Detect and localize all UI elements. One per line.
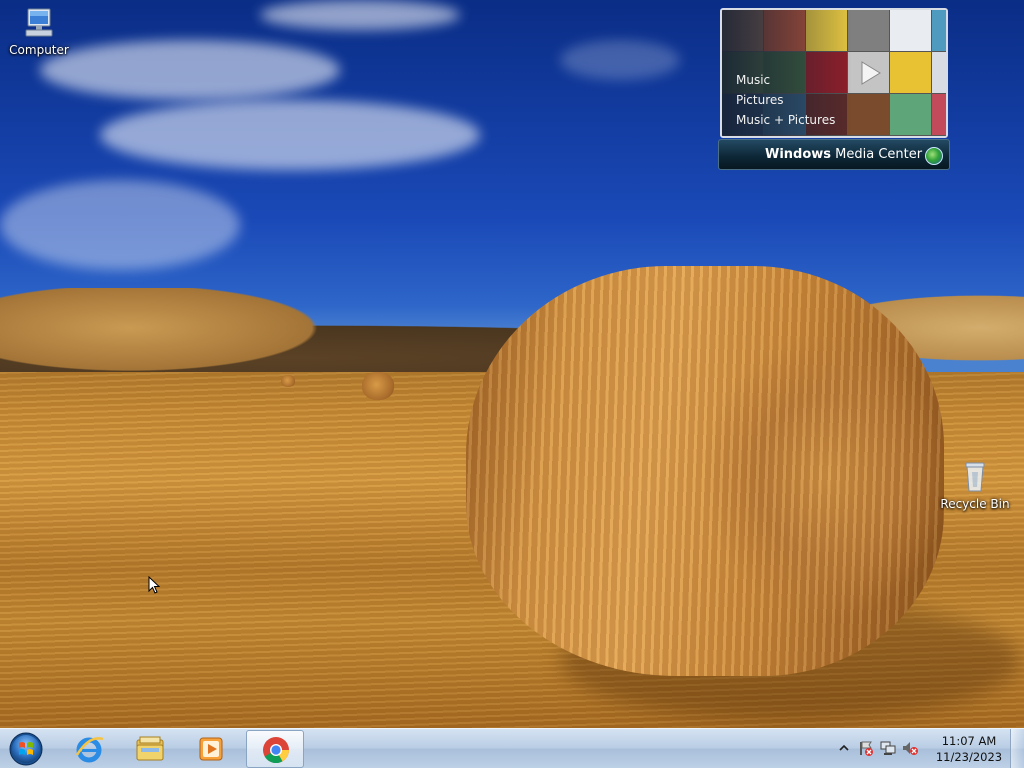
- media-tile: [890, 10, 932, 52]
- taskbar: 11:07 AM 11/23/2023: [0, 728, 1024, 768]
- desktop-icon-computer[interactable]: Computer: [1, 6, 77, 57]
- media-tile: [890, 52, 932, 94]
- volume-muted-icon[interactable]: [902, 740, 918, 756]
- cloud: [0, 180, 240, 270]
- gadget-menu: Music Pictures Music + Pictures: [736, 70, 835, 130]
- system-tray: 11:07 AM 11/23/2023: [834, 729, 1024, 768]
- brand-bold: Windows: [765, 147, 832, 162]
- gadget-tile-grid[interactable]: Music Pictures Music + Pictures: [720, 8, 948, 138]
- media-tile: [932, 52, 946, 94]
- taskbar-clock[interactable]: 11:07 AM 11/23/2023: [929, 733, 1009, 765]
- large-hay-bale: [466, 266, 944, 676]
- recycle-bin-icon: [958, 460, 992, 494]
- play-icon: [861, 61, 881, 85]
- small-hay-bale: [281, 375, 295, 387]
- internet-explorer-icon: [75, 737, 104, 763]
- windows-start-icon: [9, 732, 43, 766]
- media-center-launch-bar[interactable]: Windows Media Center: [718, 139, 950, 170]
- gadget-menu-item-music[interactable]: Music: [736, 70, 835, 90]
- taskbar-button-chrome[interactable]: [246, 730, 304, 768]
- media-center-brand: Windows Media Center: [765, 147, 922, 162]
- cloud: [40, 40, 340, 100]
- computer-icon: [22, 6, 56, 40]
- media-center-gadget[interactable]: Music Pictures Music + Pictures Windows …: [718, 6, 950, 170]
- clock-date: 11/23/2023: [935, 750, 1003, 764]
- taskbar-button-explorer[interactable]: [121, 730, 179, 768]
- mouse-cursor-icon: [148, 576, 160, 594]
- chrome-icon: [263, 737, 290, 764]
- windows-orb-icon: [925, 147, 943, 165]
- media-player-icon: [199, 737, 223, 761]
- desktop-icon-recycle-bin[interactable]: Recycle Bin: [937, 460, 1013, 511]
- start-button[interactable]: [6, 731, 46, 767]
- desktop-icon-label: Recycle Bin: [940, 497, 1010, 511]
- action-center-flag-icon[interactable]: [858, 740, 874, 756]
- taskbar-button-internet-explorer[interactable]: [60, 730, 118, 768]
- network-icon[interactable]: [880, 740, 896, 756]
- play-tile: [848, 52, 890, 94]
- brand-rest: Media Center: [831, 147, 923, 162]
- cloud: [260, 0, 460, 30]
- taskbar-button-media-player[interactable]: [182, 730, 240, 768]
- small-hay-bale: [362, 372, 394, 400]
- media-tile: [932, 10, 946, 52]
- file-explorer-icon: [136, 736, 164, 761]
- media-tile: [890, 94, 932, 136]
- cloud: [100, 100, 480, 170]
- gadget-menu-item-pictures[interactable]: Pictures: [736, 90, 835, 110]
- gadget-menu-item-music-pictures[interactable]: Music + Pictures: [736, 110, 835, 130]
- show-desktop-button[interactable]: [1010, 729, 1024, 768]
- media-tile: [848, 94, 890, 136]
- media-tile: [848, 10, 890, 52]
- show-hidden-icons-chevron-icon[interactable]: [836, 740, 852, 756]
- desktop-icon-label: Computer: [9, 43, 69, 57]
- cloud: [560, 40, 680, 80]
- media-tile: [932, 94, 946, 136]
- clock-time: 11:07 AM: [941, 734, 997, 748]
